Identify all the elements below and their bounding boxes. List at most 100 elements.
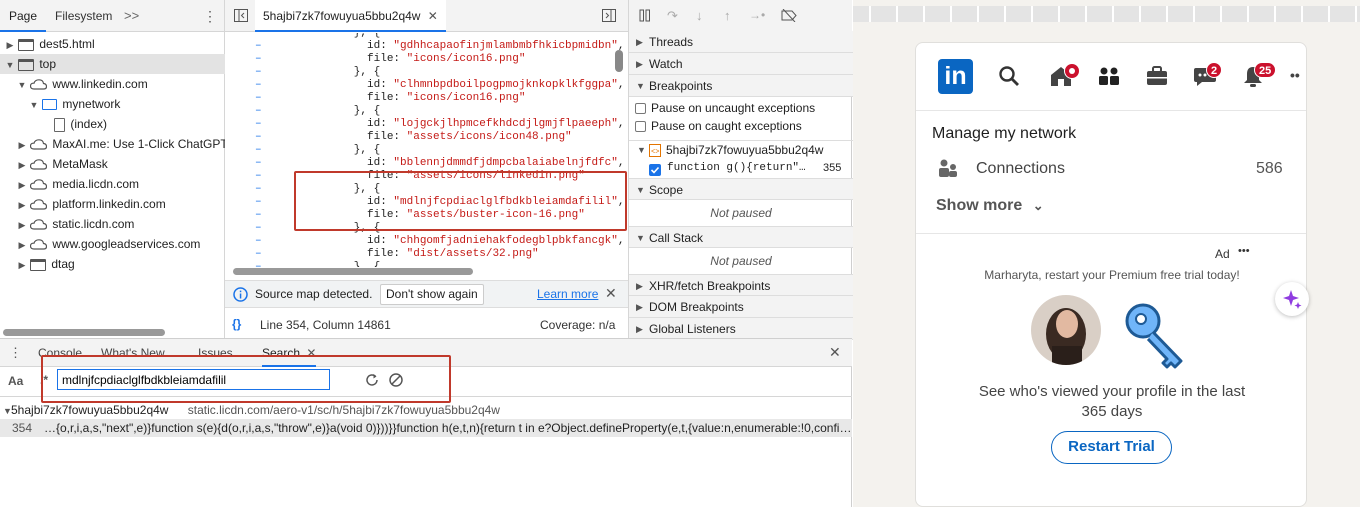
code-text: }, {	[301, 105, 381, 117]
collapsed-arrow-icon[interactable]: ▶	[17, 255, 27, 274]
section-dom-breakpoints[interactable]: ▶ DOM Breakpoints	[629, 296, 853, 318]
linkedin-logo[interactable]: in	[938, 59, 973, 94]
close-search-tab-icon[interactable]: ✕	[306, 346, 316, 360]
code-punct: ,	[617, 157, 625, 169]
match-case-toggle[interactable]: Aa	[8, 374, 23, 388]
refresh-icon[interactable]	[364, 372, 380, 391]
drawer-menu-icon[interactable]: ⋮	[9, 345, 22, 361]
pause-uncaught-row[interactable]: Pause on uncaught exceptions	[629, 99, 853, 118]
collapsed-arrow-icon[interactable]: ▶	[17, 195, 27, 214]
connections-row[interactable]: Connections 586	[932, 158, 1292, 182]
tree-item[interactable]: ▶ media.licdn.com	[0, 174, 225, 194]
collapsed-arrow-icon[interactable]: ▶	[17, 235, 27, 254]
code-line: – id: "clhmnbpdboilpogpmojknkopklkfggpa"…	[225, 79, 625, 92]
ai-assistant-button[interactable]	[1275, 282, 1309, 316]
step-into-icon[interactable]: ↓	[696, 8, 703, 23]
section-call-stack[interactable]: ▼ Call Stack	[629, 226, 853, 248]
section-global-listeners[interactable]: ▶ Global Listeners	[629, 318, 853, 340]
section-scope[interactable]: ▼ Scope	[629, 178, 853, 200]
tree-item[interactable]: ▶ dest5.html	[0, 34, 225, 54]
section-watch[interactable]: ▶ Watch	[629, 53, 853, 75]
breakpoint-entry[interactable]: function g(){return"… 355	[629, 159, 853, 178]
show-more-button[interactable]: Show more ⌄	[936, 197, 1044, 215]
tab-filesystem[interactable]: Filesystem	[46, 0, 121, 32]
pause-uncaught-checkbox[interactable]	[635, 103, 646, 115]
learn-more-link[interactable]: Learn more	[537, 287, 598, 301]
collapsed-arrow-icon[interactable]: ▶	[17, 175, 27, 194]
regex-toggle[interactable]: .*	[40, 373, 48, 387]
folder-icon	[42, 99, 58, 111]
expanded-arrow-icon[interactable]: ▼	[17, 75, 27, 94]
step-over-icon[interactable]: ↷	[667, 8, 678, 24]
deactivate-breakpoints-icon[interactable]	[781, 8, 798, 25]
expanded-arrow-icon[interactable]: ▼	[29, 95, 39, 114]
pause-caught-checkbox[interactable]	[635, 121, 646, 133]
pause-caught-row[interactable]: Pause on caught exceptions	[629, 117, 853, 136]
tab-issues[interactable]: Issues	[198, 339, 233, 367]
tree-item[interactable]: ▶ MaxAI.me: Use 1-Click ChatGPT	[0, 134, 225, 154]
code-horizontal-scrollbar[interactable]	[233, 268, 473, 275]
pause-icon[interactable]	[639, 9, 651, 25]
tree-item[interactable]: ▼ mynetwork	[0, 94, 225, 114]
restart-trial-button[interactable]: Restart Trial	[1051, 431, 1172, 464]
collapsed-arrow-icon[interactable]: ▶	[17, 215, 27, 234]
code-text: id:	[301, 196, 394, 208]
search-result-line[interactable]: 354 …{o,r,i,a,s,"next",e)}function s(e){d…	[0, 419, 852, 437]
close-infobar-icon[interactable]: ✕	[605, 285, 617, 302]
collapsed-arrow-icon: ▶	[636, 59, 643, 69]
code-string: "bblennjdmmdfjdmpcbalaiabelnjfdfc"	[393, 157, 618, 169]
tree-item[interactable]: ▼ www.linkedin.com	[0, 74, 225, 94]
tree-item[interactable]: ▶ www.googleadservices.com	[0, 234, 225, 254]
ad-options-icon[interactable]: •••	[1238, 245, 1250, 257]
navigator-scrollbar[interactable]	[3, 329, 165, 336]
tab-source-file[interactable]: 5hajbi7zk7fowuyua5bbu2q4w ✕	[255, 0, 446, 32]
collapsed-arrow-icon[interactable]: ▶	[17, 155, 27, 174]
section-xhr-breakpoints[interactable]: ▶ XHR/fetch Breakpoints	[629, 274, 853, 296]
expanded-arrow-icon[interactable]: ▼	[5, 55, 15, 74]
collapsed-arrow-icon[interactable]: ▶	[17, 135, 27, 154]
close-drawer-icon[interactable]: ✕	[829, 344, 841, 361]
code-string: "gdhhcapaofinjmlambmbfhkicbpmidbn"	[393, 40, 618, 52]
tree-item[interactable]: ▶ MetaMask	[0, 154, 225, 174]
my-network-icon[interactable]	[1097, 65, 1121, 90]
kebab-menu-icon[interactable]: ⋮	[203, 8, 217, 25]
pretty-print-icon[interactable]: {}	[232, 317, 241, 331]
tab-console[interactable]: Console	[38, 339, 82, 367]
breakpoint-line: 355	[823, 162, 842, 174]
breakpoint-file-row[interactable]: ▼ <> 5hajbi7zk7fowuyua5bbu2q4w	[629, 140, 853, 159]
step-out-icon[interactable]: ↑	[724, 8, 731, 23]
tree-item[interactable]: ▼ top	[0, 54, 225, 74]
tree-item[interactable]: (index)	[0, 114, 225, 134]
jobs-icon[interactable]	[1145, 65, 1169, 90]
step-icon[interactable]: →•	[749, 8, 765, 22]
cloud-icon	[30, 199, 48, 210]
more-tabs-icon[interactable]: >>	[124, 8, 139, 23]
expanded-arrow-icon: ▼	[636, 185, 645, 195]
search-input[interactable]	[57, 369, 330, 390]
dont-show-again-button[interactable]: Don't show again	[380, 284, 484, 305]
tab-search[interactable]: Search ✕	[262, 339, 317, 367]
tab-page[interactable]: Page	[0, 0, 47, 32]
toggle-debugger-icon[interactable]	[602, 9, 616, 25]
line-marker: –	[255, 248, 262, 260]
code-editor[interactable]: – }, { – id: "gdhhcapaofinjmlambmbfhkicbp…	[225, 33, 628, 267]
collapsed-arrow-icon[interactable]: ▶	[5, 35, 15, 54]
line-marker: –	[255, 209, 262, 221]
code-vertical-scrollbar[interactable]	[615, 50, 623, 72]
section-threads[interactable]: ▶ Threads	[629, 31, 853, 53]
search-result-file[interactable]: ▼5hajbi7zk7fowuyua5bbu2q4w static.licdn.…	[0, 401, 500, 419]
tree-item-label: MaxAI.me: Use 1-Click ChatGPT	[52, 137, 225, 151]
close-tab-icon[interactable]: ✕	[428, 9, 438, 23]
tree-item[interactable]: ▶ static.licdn.com	[0, 214, 225, 234]
tree-item[interactable]: ▶ platform.linkedin.com	[0, 194, 225, 214]
code-text: file:	[301, 131, 407, 143]
clear-icon[interactable]	[388, 372, 404, 391]
toggle-navigator-icon[interactable]	[234, 9, 248, 25]
more-dots-icon[interactable]: ••	[1290, 67, 1300, 83]
search-icon[interactable]	[998, 65, 1020, 90]
tab-whats-new[interactable]: What's New	[101, 339, 165, 367]
manage-network-title[interactable]: Manage my network	[932, 125, 1076, 143]
editor-tabs: 5hajbi7zk7fowuyua5bbu2q4w ✕	[225, 0, 628, 32]
section-breakpoints[interactable]: ▼ Breakpoints	[629, 75, 853, 97]
tree-item[interactable]: ▶ dtag	[0, 254, 225, 274]
